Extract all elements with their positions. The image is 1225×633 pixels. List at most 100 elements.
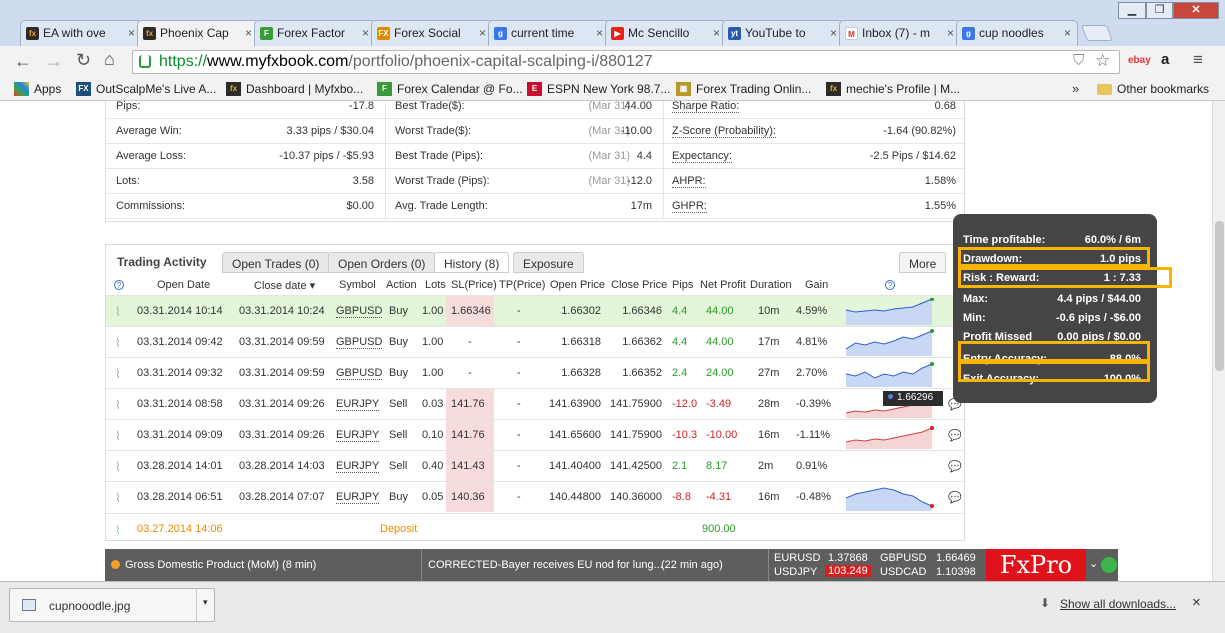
back-arrow-icon[interactable]: ←: [14, 51, 32, 72]
col-duration[interactable]: Duration: [750, 279, 792, 291]
col-open-date[interactable]: Open Date: [157, 279, 210, 291]
minimize-button[interactable]: ▁: [1118, 2, 1146, 19]
bookmark-apps[interactable]: Apps: [14, 82, 61, 96]
col-action[interactable]: Action: [386, 279, 417, 291]
star-icon[interactable]: ☆: [1095, 51, 1110, 71]
chat-icon[interactable]: [1101, 557, 1117, 573]
col-close-date[interactable]: Close date ▾: [254, 279, 315, 292]
sparkline-chart[interactable]: [846, 329, 934, 356]
vertical-scrollbar[interactable]: [1212, 101, 1225, 581]
table-row[interactable]: ⌇ 03.28.2014 06:51 03.28.2014 07:07 EURJPY B…: [106, 481, 966, 512]
col-gain[interactable]: Gain: [805, 279, 828, 291]
bookmark-item[interactable]: FX OutScalpMe's Live A...: [76, 82, 216, 96]
sparkline-chart[interactable]: [846, 298, 934, 325]
comment-icon[interactable]: 💬: [948, 429, 962, 442]
browser-tab[interactable]: FX Forex Social ×: [371, 20, 493, 46]
amazon-icon[interactable]: a: [1161, 51, 1169, 68]
ticker-event[interactable]: Gross Domestic Product (MoM) (8 min): [125, 559, 316, 571]
browser-tab[interactable]: F Forex Factor ×: [254, 20, 376, 46]
comment-icon[interactable]: 💬: [948, 460, 962, 473]
close-tab-icon[interactable]: ×: [596, 26, 603, 40]
sparkline-chart[interactable]: [846, 484, 934, 511]
more-button[interactable]: More: [899, 252, 947, 273]
browser-tab[interactable]: ▶ Mc Sencillo ×: [605, 20, 727, 46]
stat-label[interactable]: Sharpe Ratio:: [672, 101, 740, 113]
dropdown-arrow-icon[interactable]: ▾: [203, 597, 208, 608]
browser-tab[interactable]: M Inbox (7) - m ×: [839, 20, 961, 46]
reload-icon[interactable]: ↻: [76, 50, 91, 71]
shield-icon[interactable]: ⛉: [1073, 52, 1084, 69]
symbol-link[interactable]: EURJPY: [336, 398, 380, 411]
stat-label[interactable]: GHPR:: [672, 200, 707, 213]
close-tab-icon[interactable]: ×: [830, 26, 837, 40]
help-icon[interactable]: ?: [114, 280, 124, 290]
other-bookmarks[interactable]: Other bookmarks: [1097, 82, 1209, 96]
paperclip-icon[interactable]: ⌇: [115, 305, 127, 319]
bookmark-item[interactable]: ▣ Forex Trading Onlin...: [676, 82, 811, 96]
table-row[interactable]: ⌇ 03.31.2014 09:09 03.31.2014 09:26 EURJPY S…: [106, 419, 966, 450]
comment-icon[interactable]: 💬: [948, 491, 962, 504]
paperclip-icon[interactable]: ⌇: [115, 523, 127, 537]
home-icon[interactable]: ⌂: [104, 49, 115, 70]
close-tab-icon[interactable]: ×: [362, 26, 369, 40]
address-bar[interactable]: https://www.myfxbook.com/portfolio/phoen…: [132, 50, 1120, 74]
bookmark-item[interactable]: F Forex Calendar @ Fo...: [377, 82, 523, 96]
ebay-icon[interactable]: ebay: [1128, 55, 1151, 66]
new-tab-button[interactable]: [1081, 25, 1113, 41]
chevron-down-icon[interactable]: ⌄: [1089, 557, 1098, 570]
close-tab-icon[interactable]: ×: [713, 26, 720, 40]
symbol-link[interactable]: GBPUSD: [336, 367, 383, 380]
ticker-news[interactable]: CORRECTED-Bayer receives EU nod for lung…: [428, 559, 663, 571]
tab-open-trades[interactable]: Open Trades (0): [222, 252, 330, 273]
close-window-button[interactable]: ✕: [1173, 2, 1219, 19]
fxpro-logo[interactable]: FxPro: [986, 549, 1086, 581]
col-open-price[interactable]: Open Price: [550, 279, 605, 291]
col-lots[interactable]: Lots: [425, 279, 446, 291]
maximize-button[interactable]: ❐: [1146, 2, 1173, 19]
stat-label[interactable]: AHPR:: [672, 175, 706, 188]
close-download-bar-icon[interactable]: ×: [1192, 594, 1201, 611]
show-all-downloads-link[interactable]: Show all downloads...: [1060, 597, 1176, 611]
col-net-profit[interactable]: Net Profit: [700, 279, 746, 291]
col-tp[interactable]: TP(Price): [499, 279, 545, 291]
paperclip-icon[interactable]: ⌇: [115, 336, 127, 350]
paperclip-icon[interactable]: ⌇: [115, 460, 127, 474]
bookmarks-overflow-button[interactable]: »: [1072, 81, 1079, 96]
table-row[interactable]: ⌇ 03.31.2014 10:14 03.31.2014 10:24 GBPUSD B…: [106, 295, 966, 326]
symbol-link[interactable]: GBPUSD: [336, 336, 383, 349]
symbol-link[interactable]: EURJPY: [336, 491, 380, 504]
symbol-link[interactable]: GBPUSD: [336, 305, 383, 318]
close-tab-icon[interactable]: ×: [128, 26, 135, 40]
table-row[interactable]: ⌇ 03.31.2014 08:58 03.31.2014 09:26 EURJPY S…: [106, 388, 966, 419]
close-tab-icon[interactable]: ×: [479, 26, 486, 40]
symbol-link[interactable]: EURJPY: [336, 429, 380, 442]
paperclip-icon[interactable]: ⌇: [115, 367, 127, 381]
stat-label[interactable]: Expectancy:: [672, 150, 732, 163]
close-tab-icon[interactable]: ×: [1064, 26, 1071, 40]
help-icon[interactable]: ?: [885, 280, 895, 290]
browser-tab[interactable]: g cup noodles ×: [956, 20, 1078, 46]
scroll-thumb[interactable]: [1215, 221, 1224, 371]
close-tab-icon[interactable]: ×: [947, 26, 954, 40]
table-row[interactable]: ⌇ 03.28.2014 14:01 03.28.2014 14:03 EURJPY S…: [106, 450, 966, 481]
table-row[interactable]: ⌇ 03.31.2014 09:32 03.31.2014 09:59 GBPUSD B…: [106, 357, 966, 388]
close-tab-icon[interactable]: ×: [245, 26, 252, 40]
symbol-link[interactable]: EURJPY: [336, 460, 380, 473]
browser-tab[interactable]: yt YouTube to ×: [722, 20, 844, 46]
bookmark-item[interactable]: fx Dashboard | Myfxbo...: [226, 82, 363, 96]
browser-tab[interactable]: fx EA with ove ×: [20, 20, 142, 46]
paperclip-icon[interactable]: ⌇: [115, 398, 127, 412]
col-close-price[interactable]: Close Price: [611, 279, 667, 291]
paperclip-icon[interactable]: ⌇: [115, 429, 127, 443]
tab-history[interactable]: History (8): [434, 252, 510, 273]
forward-arrow-icon[interactable]: →: [45, 51, 63, 72]
download-item[interactable]: cupnooodle.jpg ▾: [9, 588, 215, 622]
col-sl[interactable]: SL(Price): [451, 279, 497, 291]
col-pips[interactable]: Pips: [672, 279, 693, 291]
menu-icon[interactable]: ≡: [1193, 50, 1203, 70]
col-symbol[interactable]: Symbol: [339, 279, 376, 291]
table-row[interactable]: ⌇ 03.31.2014 09:42 03.31.2014 09:59 GBPUSD B…: [106, 326, 966, 357]
tab-open-orders[interactable]: Open Orders (0): [328, 252, 436, 273]
sparkline-chart[interactable]: [846, 422, 934, 449]
sparkline-chart[interactable]: [846, 360, 934, 387]
